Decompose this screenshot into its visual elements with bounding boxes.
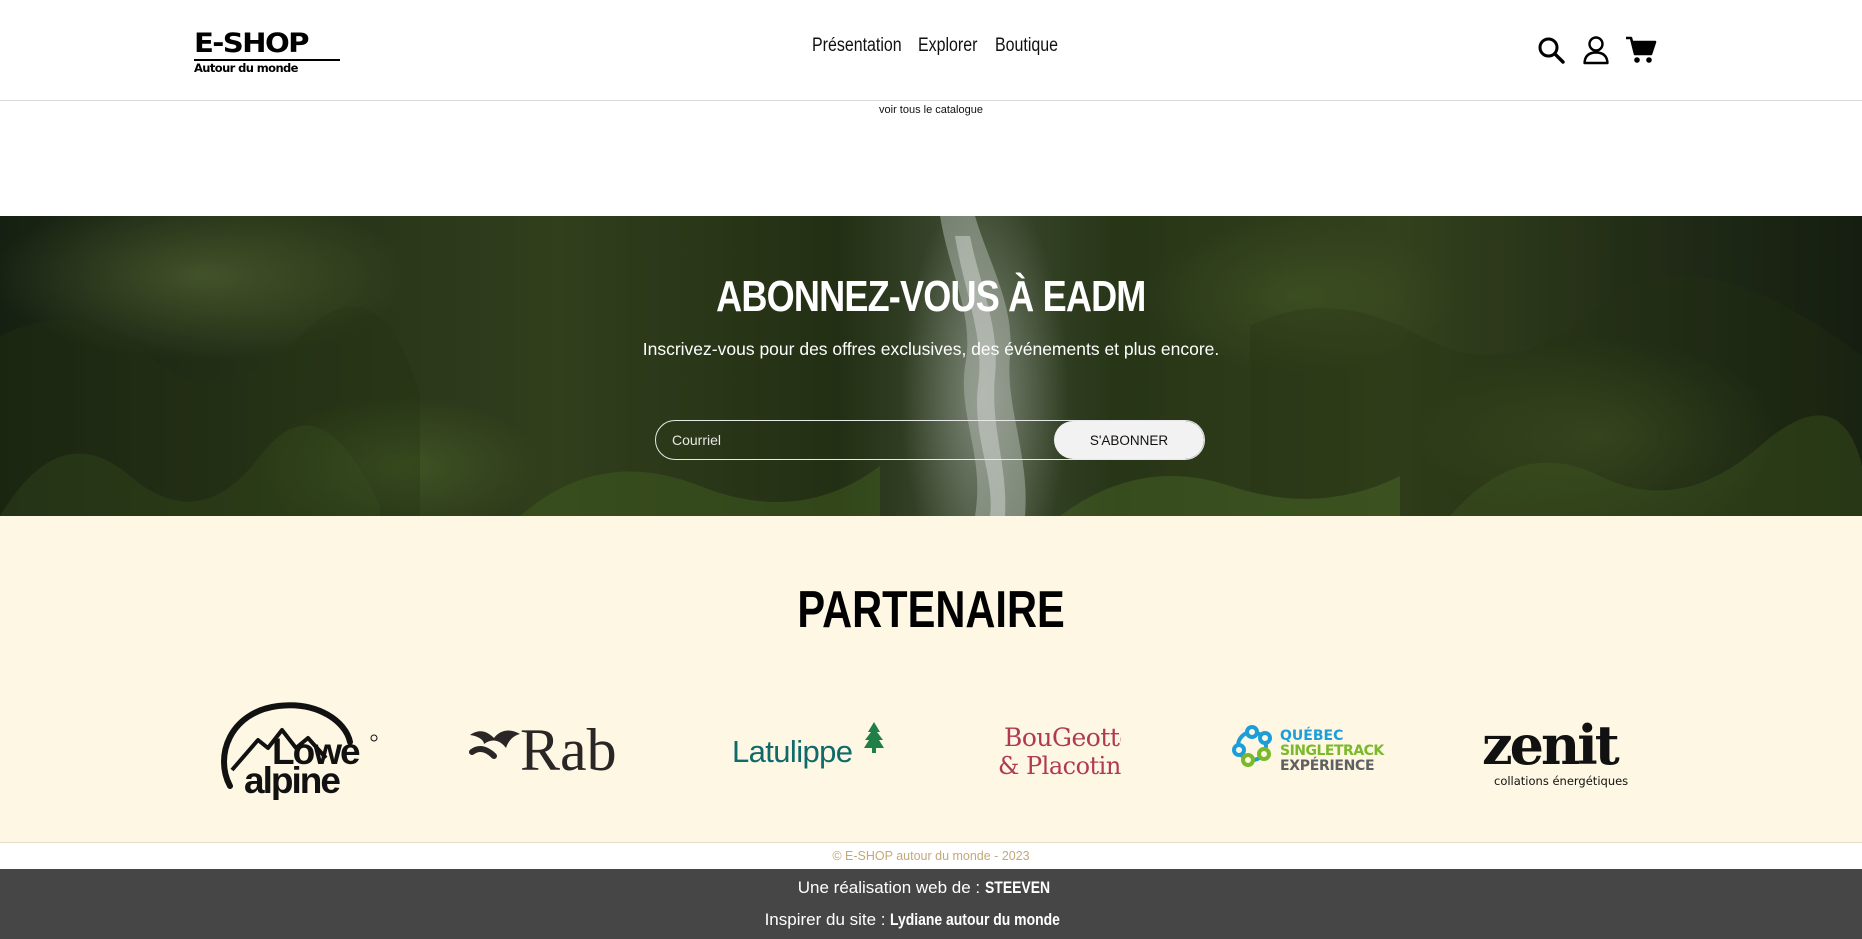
header-actions xyxy=(1534,33,1658,67)
newsletter-section: ABONNEZ-VOUS À EADM Inscrivez-vous pour … xyxy=(0,216,1862,516)
partners-section: PARTENAIRE Lowe alpine Rab Latulippe Bou… xyxy=(0,516,1862,842)
nav-item-explorer[interactable]: Explorer xyxy=(918,30,983,62)
quebec-text: QUÉBEC xyxy=(1280,727,1343,744)
logo-main-text: E-SHOP xyxy=(194,28,309,59)
main-nav: Présentation Explorer Boutique xyxy=(812,30,1065,62)
rab-text: Rab xyxy=(520,717,617,783)
zenit-tagline: collations énergétiques xyxy=(1494,774,1628,788)
newsletter-form: S'ABONNER xyxy=(655,420,1205,460)
singletrack-text: SINGLETRACK xyxy=(1280,743,1385,759)
site-header: E-SHOP Autour du monde Présentation Expl… xyxy=(0,0,1862,101)
inspired-site-link[interactable]: Lydiane autour du monde xyxy=(890,903,1060,937)
view-catalog-link[interactable]: voir tous le catalogue xyxy=(879,104,983,116)
newsletter-overlay xyxy=(0,216,1862,516)
credits-bar: Une réalisation web de : STEEVEN Inspire… xyxy=(0,869,1862,939)
nav-item-presentation[interactable]: Présentation xyxy=(812,30,902,62)
latulippe-text: Latulippe xyxy=(732,734,852,769)
catalog-link-row: voir tous le catalogue xyxy=(0,101,1862,118)
search-icon[interactable] xyxy=(1534,33,1568,67)
subscribe-button[interactable]: S'ABONNER xyxy=(1054,421,1204,459)
partner-logo-zenit[interactable]: zenit collations énergétiques xyxy=(1478,690,1653,800)
cart-icon[interactable] xyxy=(1624,33,1658,67)
partners-title: PARTENAIRE xyxy=(797,581,1065,639)
partner-logo-bougeotte-placotine[interactable]: BouGeotte & Placotine xyxy=(996,690,1121,800)
credit-prefix: Une réalisation web de : xyxy=(797,878,981,897)
bougeotte-text: BouGeotte xyxy=(1004,723,1121,752)
partner-logo-quebec-singletrack[interactable]: QUÉBEC SINGLETRACK EXPÉRIENCE xyxy=(1228,690,1398,800)
zenit-text: zenit xyxy=(1482,713,1620,777)
credit-author-link[interactable]: STEEVEN xyxy=(985,871,1050,905)
experience-text: EXPÉRIENCE xyxy=(1280,757,1374,774)
inspired-prefix: Inspirer du site : xyxy=(764,910,886,929)
partner-logo-rab[interactable]: Rab xyxy=(466,690,636,800)
copyright-text: © E-SHOP autour du monde - 2023 xyxy=(0,842,1862,869)
site-logo[interactable]: E-SHOP Autour du monde xyxy=(194,30,340,76)
logo-sub-text: Autour du monde xyxy=(194,61,298,75)
user-icon[interactable] xyxy=(1579,33,1613,67)
newsletter-title: ABONNEZ-VOUS À EADM xyxy=(716,272,1146,321)
newsletter-subtitle: Inscrivez-vous pour des offres exclusive… xyxy=(642,339,1220,359)
nav-item-boutique[interactable]: Boutique xyxy=(995,30,1058,62)
credit-line-realisation: Une réalisation web de : STEEVEN xyxy=(0,869,1862,903)
placotine-text: & Placotine xyxy=(998,752,1121,780)
alpine-text: alpine xyxy=(244,760,340,800)
credit-line-inspiration: Inspirer du site : Lydiane autour du mon… xyxy=(0,903,1862,937)
partner-logo-latulippe[interactable]: Latulippe xyxy=(730,690,890,800)
partner-logo-lowe-alpine[interactable]: Lowe alpine xyxy=(210,690,380,800)
email-input[interactable] xyxy=(656,421,1054,459)
